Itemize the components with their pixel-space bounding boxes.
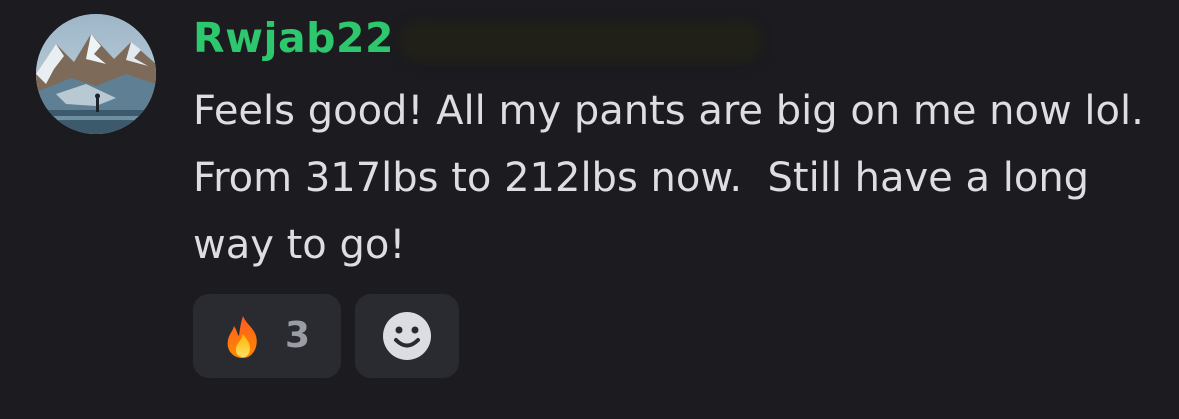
reaction-fire-button[interactable]: 3	[193, 294, 341, 378]
chat-message: Rwjab22 Feels good! All my pants are big…	[0, 0, 1179, 419]
fire-icon	[227, 316, 257, 358]
username[interactable]: Rwjab22	[193, 12, 394, 64]
avatar[interactable]	[36, 14, 156, 134]
message-text: Feels good! All my pants are big on me n…	[193, 88, 1157, 268]
add-reaction-button[interactable]	[355, 294, 459, 378]
reaction-count: 3	[285, 315, 311, 356]
redacted-timestamp	[405, 26, 757, 56]
smiley-add-reaction-icon	[383, 312, 431, 360]
mountain-landscape-avatar	[36, 14, 156, 134]
